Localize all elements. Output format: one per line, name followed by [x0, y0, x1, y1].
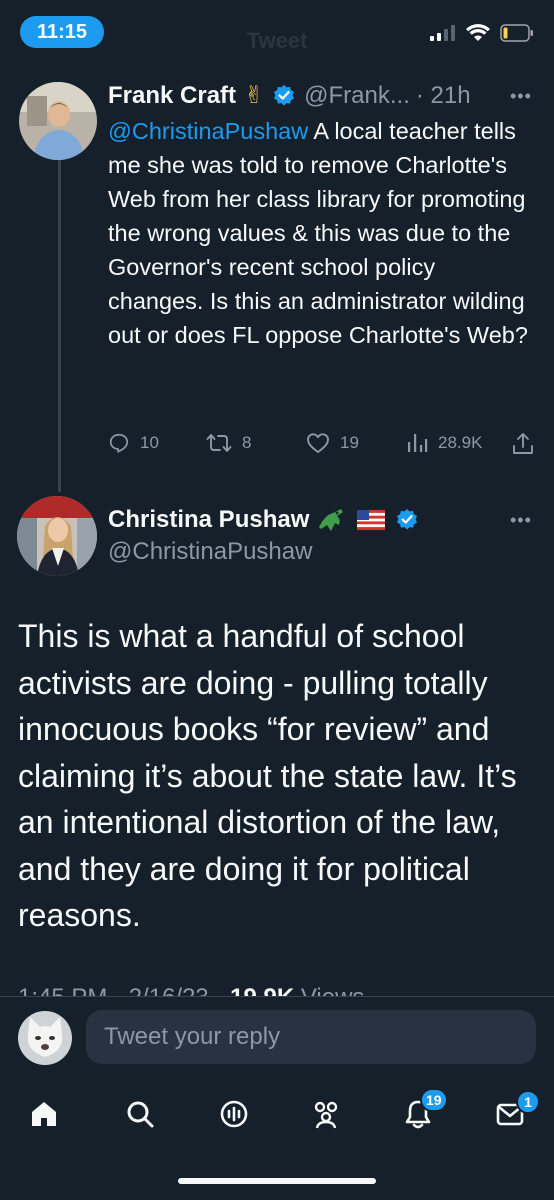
parent-tweet-actions: 10 8 19 28.9K: [108, 432, 538, 460]
author-name[interactable]: Frank Craft: [108, 82, 236, 110]
user-avatar[interactable]: [18, 1011, 72, 1065]
verified-badge-icon: [274, 84, 295, 105]
tab-spaces[interactable]: [214, 1094, 254, 1134]
spaces-icon: [220, 1100, 248, 1128]
christina-pushaw-avatar[interactable]: [17, 496, 97, 576]
views-icon: [408, 434, 428, 452]
mention-link[interactable]: @ChristinaPushaw: [108, 118, 308, 144]
author-handle[interactable]: @Frank...: [304, 82, 410, 110]
more-options-icon[interactable]: •••: [510, 86, 532, 107]
notifications-badge: 19: [420, 1088, 448, 1112]
tab-communities[interactable]: [306, 1094, 346, 1134]
share-button[interactable]: [512, 432, 534, 456]
alligator-emoji-icon: [319, 509, 344, 531]
heart-icon: [307, 433, 329, 453]
bottom-tab-bar: 19 1: [0, 1084, 554, 1144]
share-icon: [513, 433, 533, 454]
battery-icon: [500, 24, 533, 42]
like-count: 19: [340, 433, 359, 452]
tweet-time: · 21h: [415, 81, 471, 109]
more-options-icon[interactable]: •••: [510, 510, 532, 531]
views-button[interactable]: 28.9K: [406, 432, 482, 454]
search-icon: [127, 1101, 154, 1128]
tab-search[interactable]: [120, 1094, 160, 1134]
parent-tweet-header: Frank Craft ✌ @Frank... · 21h: [108, 81, 471, 110]
retweet-icon: [206, 434, 232, 452]
communities-icon: [314, 1101, 338, 1129]
tab-home[interactable]: [24, 1094, 64, 1134]
parent-tweet-text: @ChristinaPushaw A local teacher tells m…: [108, 114, 528, 352]
parent-tweet-body: A local teacher tells me she was told to…: [108, 118, 528, 348]
verified-badge-icon: [397, 509, 418, 530]
main-tweet-header: Christina Pushaw: [108, 506, 419, 534]
main-author-handle[interactable]: @ChristinaPushaw: [108, 538, 312, 566]
status-icons: [430, 24, 534, 42]
frank-craft-avatar[interactable]: [19, 82, 97, 160]
wifi-icon: [466, 24, 490, 41]
main-tweet-text: This is what a handful of school activis…: [18, 618, 517, 933]
reply-button[interactable]: 10: [108, 432, 159, 454]
messages-badge: 1: [516, 1090, 540, 1114]
retweet-count: 8: [242, 433, 252, 452]
thread-line: [58, 146, 61, 492]
reply-count: 10: [140, 433, 159, 452]
peace-emoji: ✌: [244, 82, 265, 109]
author-name[interactable]: Christina Pushaw: [108, 506, 309, 534]
reply-input[interactable]: Tweet your reply: [86, 1010, 536, 1064]
us-flag-icon: [357, 510, 386, 530]
home-indicator: [178, 1178, 376, 1184]
home-icon: [32, 1102, 56, 1126]
retweet-button[interactable]: 8: [206, 432, 251, 454]
cellular-signal-icon: [430, 25, 455, 41]
reply-icon: [109, 433, 129, 453]
views-count: 28.9K: [438, 433, 483, 452]
like-button[interactable]: 19: [306, 432, 359, 454]
